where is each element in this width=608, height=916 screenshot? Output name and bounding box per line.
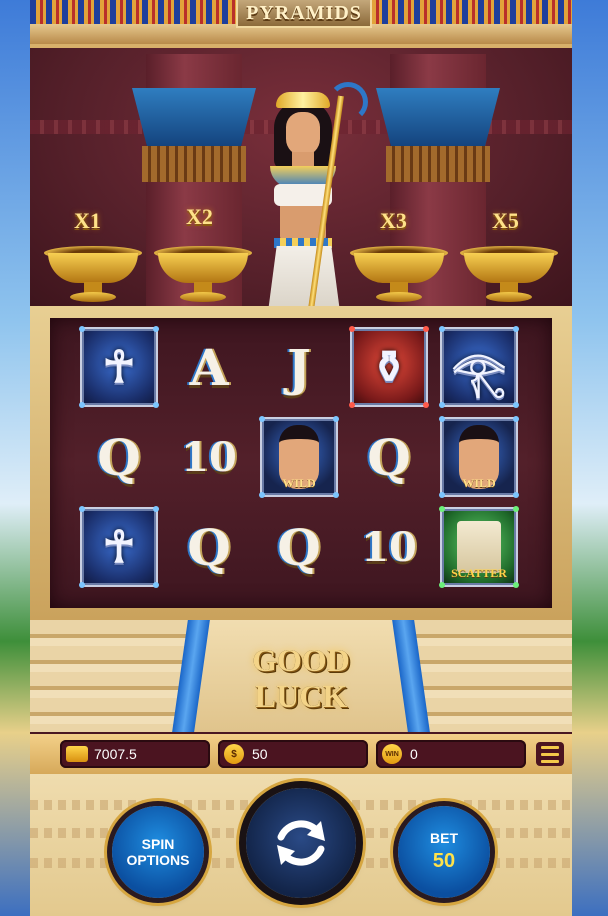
wild-symbol: WILD xyxy=(439,416,519,498)
reel-2-row-1: A xyxy=(170,328,248,406)
menu-icon[interactable] xyxy=(536,742,564,766)
win-coin-icon: WIN xyxy=(382,744,402,764)
multiplier-x2: X2 xyxy=(186,204,213,229)
spin-options-label-2: OPTIONS xyxy=(126,852,190,868)
wallet-icon xyxy=(66,746,88,762)
symbol-j: J xyxy=(287,337,311,397)
cleopatra-character xyxy=(244,82,368,312)
reel-2-row-3: Q xyxy=(170,508,248,586)
balance-box: 7007.5 xyxy=(60,740,210,768)
bet-value: 50 xyxy=(252,746,268,762)
reel-grid: ☥ Q ☥ A 10 Q J WILD Q ⚱ Q 10 𓂀 WILD SCAT… xyxy=(50,318,552,608)
reel-4-row-1: ⚱ xyxy=(349,326,429,408)
symbol-q: Q xyxy=(97,427,141,487)
potion-vessel-icon: ⚱ xyxy=(370,341,408,393)
reel-5-row-2: WILD xyxy=(439,416,519,498)
symbol-q: Q xyxy=(187,517,231,577)
win-value: 0 xyxy=(410,746,418,762)
reel-5-row-1: 𓂀 xyxy=(439,326,519,408)
reel-1-row-2: Q xyxy=(80,418,158,496)
balance-value: 7007.5 xyxy=(94,746,137,762)
bet-amount: 50 xyxy=(432,850,456,872)
reel-1-row-1: ☥ xyxy=(79,326,159,408)
game-screen: PYRAMIDS X1 X2 X3 X5 ☥ Q ☥ A 10 Q J WILD… xyxy=(30,0,572,916)
gold-bowl-x5 xyxy=(460,246,558,308)
multiplier-x3: X3 xyxy=(380,208,407,233)
wild-symbol: WILD xyxy=(259,416,339,498)
reel-3-row-1: J xyxy=(260,328,338,406)
reel-4-row-2: Q xyxy=(350,418,428,496)
spin-options-button[interactable]: SPIN OPTIONS xyxy=(112,806,204,898)
top-frieze: PYRAMIDS xyxy=(30,0,572,48)
coin-icon: $ xyxy=(224,744,244,764)
good-luck-message: GOOD LUCK xyxy=(200,642,402,714)
multiplier-x1: X1 xyxy=(74,208,101,233)
symbol-10: 10 xyxy=(361,523,417,571)
scatter-symbol: SCATTER xyxy=(439,506,519,588)
bet-box: $ 50 xyxy=(218,740,368,768)
symbol-q: Q xyxy=(367,427,411,487)
gold-bowl-x3 xyxy=(350,246,448,308)
gold-bowl-x2 xyxy=(154,246,252,308)
win-box: WIN 0 xyxy=(376,740,526,768)
reel-1-row-3: ☥ xyxy=(79,506,159,588)
ankh-icon: ☥ xyxy=(102,341,136,393)
reel-2-row-2: 10 xyxy=(170,418,248,496)
symbol-10: 10 xyxy=(181,433,237,481)
temple-scene: X1 X2 X3 X5 xyxy=(30,48,572,312)
multiplier-x5: X5 xyxy=(492,208,519,233)
message-line-1: GOOD xyxy=(252,642,350,678)
eye-of-horus-icon: 𓂀 xyxy=(451,348,507,399)
reel-3-row-3: Q xyxy=(260,508,338,586)
gold-bowl-x1 xyxy=(44,246,142,308)
reel-5-row-3: SCATTER xyxy=(439,506,519,588)
symbol-q: Q xyxy=(277,517,321,577)
game-logo: PYRAMIDS xyxy=(236,0,372,28)
reel-frame: ☥ Q ☥ A 10 Q J WILD Q ⚱ Q 10 𓂀 WILD SCAT… xyxy=(30,306,572,620)
refresh-icon xyxy=(277,820,325,866)
reel-4-row-3: 10 xyxy=(350,508,428,586)
bet-label: BET xyxy=(430,830,458,846)
status-bar: 7007.5 $ 50 WIN 0 xyxy=(30,734,572,774)
ankh-icon: ☥ xyxy=(102,521,136,573)
spin-button[interactable] xyxy=(246,788,356,898)
reel-3-row-2: WILD xyxy=(259,416,339,498)
bet-button[interactable]: BET 50 xyxy=(398,806,490,898)
symbol-a: A xyxy=(189,337,229,397)
message-line-2: LUCK xyxy=(254,678,348,714)
spin-options-label-1: SPIN xyxy=(141,836,175,852)
